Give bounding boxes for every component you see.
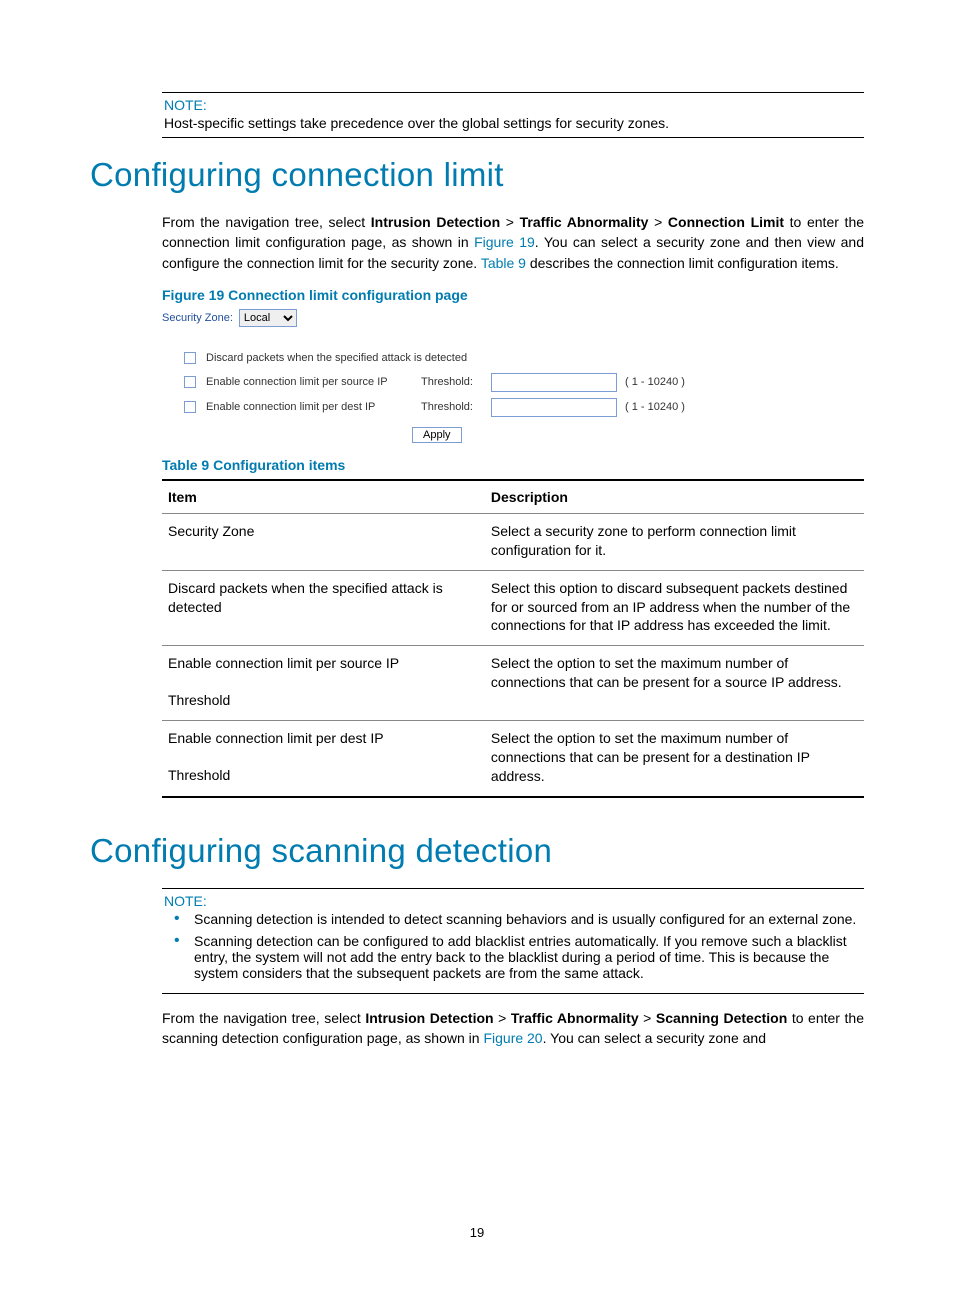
cell-item: Threshold bbox=[162, 683, 485, 720]
cell-item: Discard packets when the specified attac… bbox=[162, 570, 485, 646]
checkbox-label: Discard packets when the specified attac… bbox=[206, 352, 467, 364]
threshold-input-dest[interactable] bbox=[491, 398, 617, 417]
para-connection-limit-intro: From the navigation tree, select Intrusi… bbox=[162, 212, 864, 273]
threshold-label: Threshold: bbox=[421, 401, 491, 413]
apply-button[interactable]: Apply bbox=[412, 427, 462, 443]
text: > bbox=[494, 1010, 511, 1026]
cell-item: Enable connection limit per dest IP bbox=[162, 721, 485, 759]
threshold-hint: ( 1 - 10240 ) bbox=[625, 401, 685, 413]
threshold-input-source[interactable] bbox=[491, 373, 617, 392]
text: > bbox=[639, 1010, 656, 1026]
cell-desc: Select this option to discard subsequent… bbox=[485, 570, 864, 646]
cell-desc: Select the option to set the maximum num… bbox=[485, 721, 864, 797]
breadcrumb-part: Traffic Abnormality bbox=[520, 214, 649, 230]
breadcrumb-part: Scanning Detection bbox=[656, 1010, 787, 1026]
table-9: Item Description Security Zone Select a … bbox=[162, 479, 864, 798]
security-zone-select[interactable]: Local bbox=[239, 309, 297, 327]
page-number: 19 bbox=[0, 1225, 954, 1240]
link-table-9[interactable]: Table 9 bbox=[481, 255, 526, 271]
text: > bbox=[648, 214, 667, 230]
note-box-scanning: NOTE: Scanning detection is intended to … bbox=[162, 888, 864, 994]
table-9-caption: Table 9 Configuration items bbox=[162, 457, 864, 473]
cell-desc: Select the option to set the maximum num… bbox=[485, 646, 864, 721]
note-bullet: Scanning detection is intended to detect… bbox=[190, 911, 864, 927]
checkbox-discard-packets[interactable] bbox=[184, 352, 196, 364]
text: From the navigation tree, select bbox=[162, 1010, 365, 1026]
breadcrumb-part: Traffic Abnormality bbox=[511, 1010, 639, 1026]
heading-configuring-scanning-detection: Configuring scanning detection bbox=[90, 832, 864, 870]
link-figure-20[interactable]: Figure 20 bbox=[483, 1030, 542, 1046]
checkbox-limit-dest-ip[interactable] bbox=[184, 401, 196, 413]
para-scanning-intro: From the navigation tree, select Intrusi… bbox=[162, 1008, 864, 1049]
figure-19-caption: Figure 19 Connection limit configuration… bbox=[162, 287, 864, 303]
heading-configuring-connection-limit: Configuring connection limit bbox=[90, 156, 864, 194]
security-zone-label: Security Zone: bbox=[162, 312, 233, 324]
breadcrumb-part: Connection Limit bbox=[668, 214, 784, 230]
checkbox-limit-source-ip[interactable] bbox=[184, 376, 196, 388]
table-row: Security Zone Select a security zone to … bbox=[162, 513, 864, 570]
table-row: Enable connection limit per dest IP Sele… bbox=[162, 721, 864, 759]
threshold-label: Threshold: bbox=[421, 376, 491, 388]
note-bullet: Scanning detection can be configured to … bbox=[190, 933, 864, 981]
table-row: Enable connection limit per source IP Se… bbox=[162, 646, 864, 683]
table-row: Discard packets when the specified attac… bbox=[162, 570, 864, 646]
threshold-hint: ( 1 - 10240 ) bbox=[625, 376, 685, 388]
breadcrumb-part: Intrusion Detection bbox=[365, 1010, 493, 1026]
note-text: Host-specific settings take precedence o… bbox=[162, 115, 864, 131]
figure-19: Security Zone: Local Discard packets whe… bbox=[162, 309, 782, 443]
link-figure-19[interactable]: Figure 19 bbox=[474, 234, 535, 250]
cell-desc: Select a security zone to perform connec… bbox=[485, 513, 864, 570]
cell-item: Threshold bbox=[162, 758, 485, 796]
text: . You can select a security zone and bbox=[543, 1030, 766, 1046]
breadcrumb-part: Intrusion Detection bbox=[371, 214, 500, 230]
note-label: NOTE: bbox=[162, 97, 864, 113]
note-label: NOTE: bbox=[162, 893, 864, 909]
text: From the navigation tree, select bbox=[162, 214, 371, 230]
table-header-item: Item bbox=[162, 480, 485, 514]
note-box-host-settings: NOTE: Host-specific settings take preced… bbox=[162, 92, 864, 138]
table-header-description: Description bbox=[485, 480, 864, 514]
text: describes the connection limit configura… bbox=[526, 255, 839, 271]
checkbox-label: Enable connection limit per source IP bbox=[206, 376, 421, 388]
cell-item: Security Zone bbox=[162, 513, 485, 570]
checkbox-label: Enable connection limit per dest IP bbox=[206, 401, 421, 413]
cell-item: Enable connection limit per source IP bbox=[162, 646, 485, 683]
text: > bbox=[500, 214, 519, 230]
